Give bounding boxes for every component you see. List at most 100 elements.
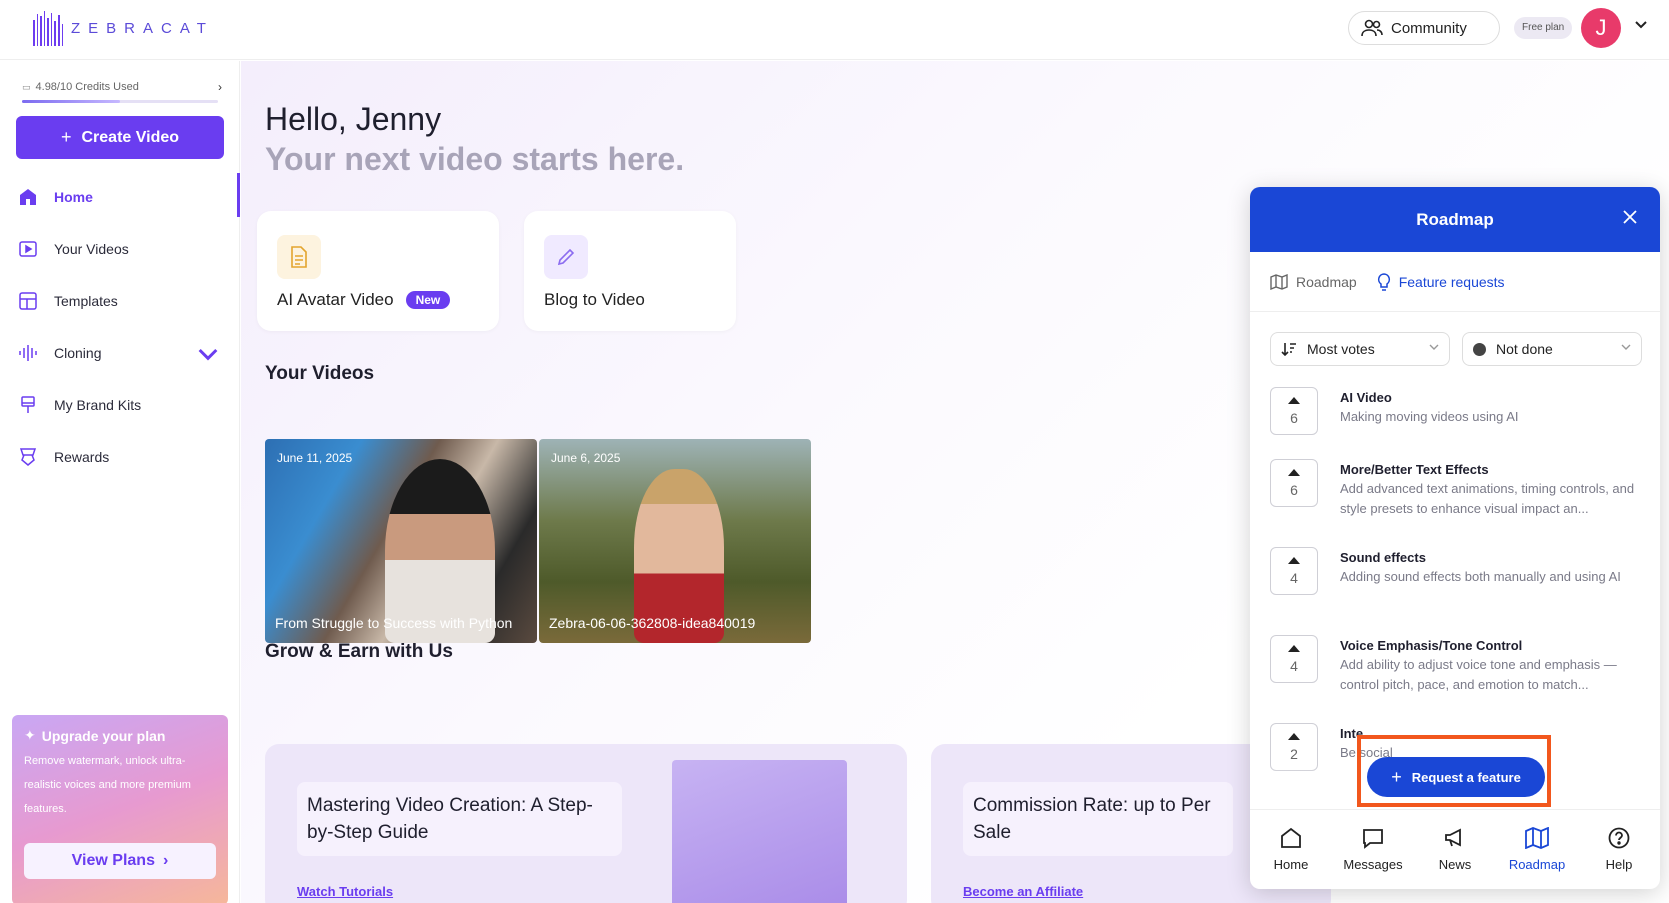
footer-roadmap[interactable]: Roadmap <box>1496 810 1578 889</box>
feature-request-item[interactable]: 4 Sound effects Adding sound effects both… <box>1270 547 1642 635</box>
trophy-icon <box>19 448 37 466</box>
plus-icon: + <box>60 127 72 147</box>
credits-text: 4.98/10 Credits Used <box>35 81 139 93</box>
avatar[interactable]: J <box>1581 8 1621 48</box>
tutorial-card[interactable]: Mastering Video Creation: A Step-by-Step… <box>265 744 907 903</box>
panel-footer-nav: Home Messages News Roadmap Help <box>1250 809 1660 889</box>
pencil-icon <box>544 235 588 279</box>
sort-dropdown[interactable]: Most votes <box>1270 332 1450 366</box>
feature-request-desc: Adding sound effects both manually and u… <box>1340 569 1621 584</box>
your-videos-title: Your Videos <box>265 363 375 384</box>
tab-roadmap[interactable]: Roadmap <box>1270 273 1357 290</box>
panel-header: Roadmap <box>1250 187 1660 252</box>
vote-count: 4 <box>1290 569 1298 586</box>
create-video-button[interactable]: + Create Video <box>16 116 224 159</box>
credits-indicator[interactable]: ▭ 4.98/10 Credits Used › <box>22 80 222 94</box>
footer-home[interactable]: Home <box>1250 810 1332 889</box>
chevron-right-icon: › <box>162 852 169 869</box>
footer-label: Messages <box>1343 857 1403 872</box>
credits-progress-bar <box>22 100 218 103</box>
footer-news[interactable]: News <box>1414 810 1496 889</box>
waveform-icon <box>19 345 37 361</box>
view-plans-button[interactable]: View Plans › <box>24 843 216 879</box>
affiliate-card-text: Commission Rate: up to Per Sale <box>963 782 1233 856</box>
feature-request-title: Sound effects <box>1340 550 1426 565</box>
community-button[interactable]: Community <box>1348 11 1500 45</box>
status-dropdown[interactable]: Not done <box>1462 332 1642 366</box>
blog-to-video-card[interactable]: Blog to Video <box>524 211 736 331</box>
upvote-button[interactable]: 2 <box>1270 723 1318 771</box>
logo[interactable]: ZEBRACAT <box>33 11 214 46</box>
sidebar-item-templates[interactable]: Templates <box>0 275 240 327</box>
video-date: June 11, 2025 <box>277 451 353 465</box>
sidebar-item-brand-kits[interactable]: My Brand Kits <box>0 379 240 431</box>
upvote-arrow-icon <box>1288 732 1300 740</box>
brand-kit-icon <box>21 396 35 413</box>
sidebar-item-your-videos[interactable]: Your Videos <box>0 223 240 275</box>
sidebar-item-label: Cloning <box>54 345 102 361</box>
tagline: Your next video starts here. <box>265 141 685 177</box>
credits-progress-fill <box>22 100 120 103</box>
video-thumbnail[interactable]: June 11, 2025 From Struggle to Success w… <box>265 439 537 643</box>
view-plans-label: View Plans <box>71 852 155 869</box>
sidebar-item-cloning[interactable]: Cloning <box>0 327 240 379</box>
greeting: Hello, Jenny <box>265 101 442 137</box>
status-dot-icon <box>1473 342 1486 356</box>
new-badge: New <box>405 291 451 309</box>
feature-request-title: Voice Emphasis/Tone Control <box>1340 638 1523 653</box>
chevron-down-icon[interactable] <box>198 345 218 365</box>
upvote-button[interactable]: 6 <box>1270 387 1318 435</box>
plan-badge: Free plan <box>1514 17 1573 39</box>
feature-request-desc: Making moving videos using AI <box>1340 409 1519 424</box>
community-label: Community <box>1391 19 1467 37</box>
ai-avatar-video-card[interactable]: AI Avatar Video New <box>257 211 499 331</box>
close-icon[interactable] <box>1622 209 1638 225</box>
upvote-arrow-icon <box>1288 468 1300 476</box>
feature-request-item[interactable]: 4 Voice Emphasis/Tone Control Add ability… <box>1270 635 1642 723</box>
feature-request-item[interactable]: 6 AI Video Making moving videos using AI <box>1270 387 1642 459</box>
chevron-down-icon <box>1621 344 1631 350</box>
chevron-down-icon[interactable] <box>1634 20 1648 30</box>
chevron-right-icon: › <box>218 80 222 94</box>
feature-request-desc: Add ability to adjust voice tone and emp… <box>1340 657 1617 692</box>
sidebar-item-home[interactable]: Home <box>0 171 240 223</box>
upgrade-title-row: ✦ Upgrade your plan <box>24 727 216 744</box>
home-icon <box>1281 827 1301 848</box>
sidebar-item-label: Home <box>54 189 93 205</box>
tab-feature-requests[interactable]: Feature requests <box>1377 272 1505 291</box>
video-title: From Struggle to Success with Python <box>275 615 513 631</box>
video-title: Zebra-06-06-362808-idea840019 <box>549 615 756 631</box>
card-label: AI Avatar Video <box>277 290 394 309</box>
feature-request-item[interactable]: 6 More/Better Text Effects Add advanced t… <box>1270 459 1642 547</box>
logo-mark-icon <box>33 11 64 46</box>
sidebar-item-label: Rewards <box>54 449 110 465</box>
card-label-row: AI Avatar Video New <box>277 290 451 310</box>
templates-icon <box>19 292 37 310</box>
upvote-button[interactable]: 4 <box>1270 547 1318 595</box>
upvote-button[interactable]: 6 <box>1270 459 1318 507</box>
upvote-arrow-icon <box>1288 396 1300 404</box>
upgrade-title: Upgrade your plan <box>41 727 166 744</box>
tutorial-card-text: Mastering Video Creation: A Step-by-Step… <box>297 782 622 856</box>
card-label-row: Blog to Video <box>544 290 645 310</box>
home-icon <box>20 189 36 205</box>
chevron-down-icon <box>1429 344 1439 350</box>
upvote-arrow-icon <box>1288 556 1300 564</box>
sidebar-nav: Home Your Videos Templates Cloning My Br… <box>0 171 240 483</box>
lightbulb-icon <box>1377 272 1390 291</box>
footer-label: Help <box>1605 857 1633 872</box>
panel-title: Roadmap <box>1416 209 1494 229</box>
sidebar-item-rewards[interactable]: Rewards <box>0 431 240 483</box>
feature-request-title: More/Better Text Effects <box>1340 462 1489 477</box>
footer-messages[interactable]: Messages <box>1332 810 1414 889</box>
upvote-button[interactable]: 4 <box>1270 635 1318 683</box>
top-bar: ZEBRACAT Community Free plan J <box>0 0 1669 60</box>
footer-help[interactable]: Help <box>1578 810 1660 889</box>
watch-tutorials-link[interactable]: Watch Tutorials <box>297 884 393 899</box>
logo-text: ZEBRACAT <box>71 20 214 37</box>
upvote-arrow-icon <box>1288 644 1300 652</box>
become-affiliate-link[interactable]: Become an Affiliate <box>963 884 1083 899</box>
phone-illustration <box>672 760 847 903</box>
video-thumbnail[interactable]: June 6, 2025 Zebra-06-06-362808-idea8400… <box>539 439 811 643</box>
sort-icon <box>1281 343 1296 356</box>
